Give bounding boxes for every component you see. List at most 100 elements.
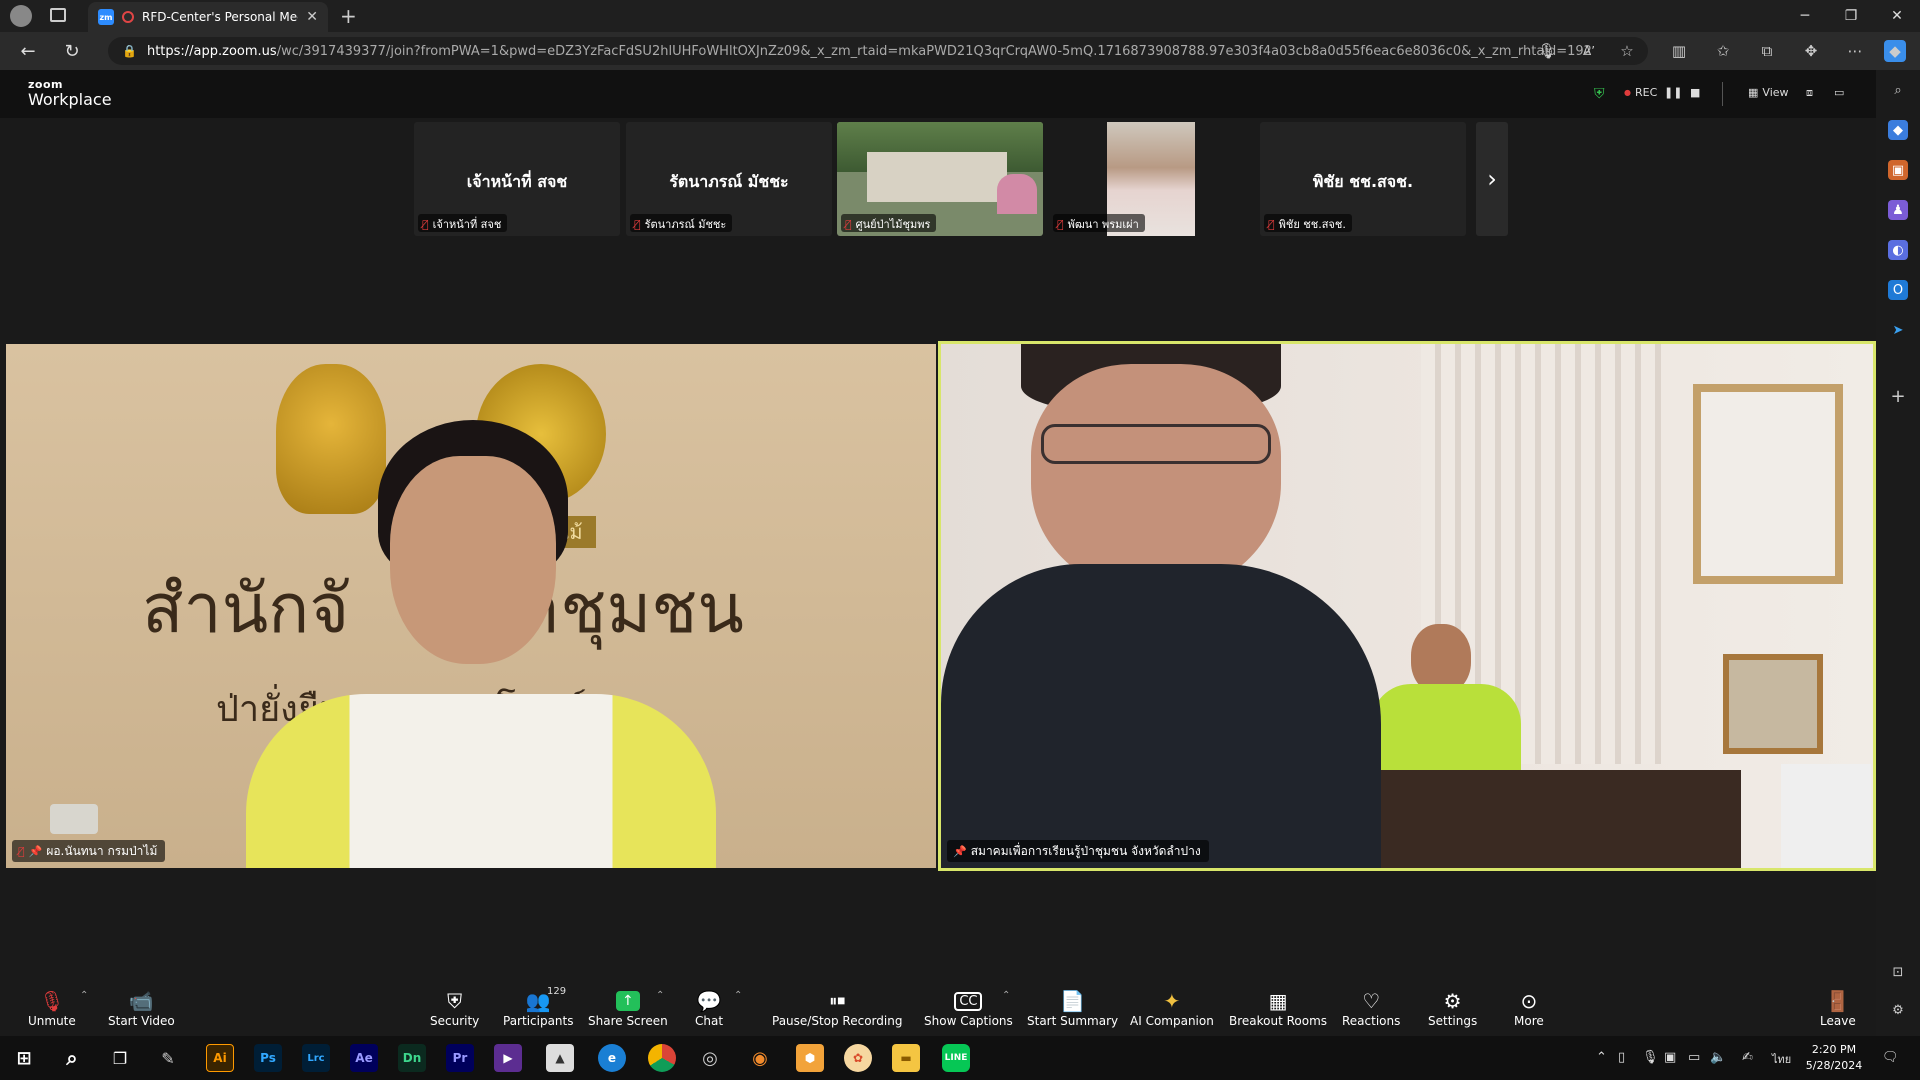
photos-app-icon[interactable]: ▲ [546,1044,574,1072]
close-window-icon[interactable]: ✕ [1874,0,1920,32]
after-effects-app-icon[interactable]: Ae [350,1044,378,1072]
sidebar-office-icon[interactable]: ◐ [1888,240,1908,260]
speaker-face [390,456,556,664]
widget-app-icon[interactable]: ✎ [154,1044,182,1072]
sidebar-search-icon[interactable]: ⌕ [1888,80,1908,100]
file-explorer-app-icon[interactable]: ▬ [892,1044,920,1072]
restore-icon[interactable]: ❐ [1828,0,1874,32]
photoshop-app-icon[interactable]: Ps [254,1044,282,1072]
tab-actions-icon[interactable] [50,8,66,22]
browser-tab-zoom[interactable]: zm RFD-Center's Personal Meet ✕ [88,2,328,32]
tray-pen-icon[interactable]: ✍ [1742,1050,1753,1065]
new-tab-icon[interactable]: + [340,4,357,28]
visual-studio-app-icon[interactable]: ▶ [494,1044,522,1072]
tray-volume-icon[interactable]: 🔈 [1710,1050,1726,1065]
sidebar-games-icon[interactable]: ♟ [1888,200,1908,220]
notifications-icon[interactable]: 🗨 [1882,1050,1899,1065]
chat-options-caret-icon[interactable]: ⌃ [734,990,742,1001]
gear-icon: ⚙ [1443,989,1462,1013]
dimension-app-icon[interactable]: Dn [398,1044,426,1072]
back-icon[interactable]: ← [12,36,44,66]
pause-recording-icon[interactable]: ❚❚ [1664,86,1682,99]
extensions-icon[interactable]: ✥ [1800,40,1822,62]
tray-network-icon[interactable]: ▣ [1664,1050,1676,1065]
tray-battery-icon[interactable]: ▭ [1688,1050,1700,1065]
premiere-app-icon[interactable]: Pr [446,1044,474,1072]
sidebar-tools-icon[interactable]: ▣ [1888,160,1908,180]
tab-close-icon[interactable]: ✕ [306,9,318,25]
fullscreen-icon[interactable]: ▭ [1834,86,1844,99]
thumbnail-label: 🎙̸ พิชัย ชช.สจช. [1264,214,1352,232]
pause-stop-recording-button[interactable]: ⏸⏹ Pause/Stop Recording [772,988,902,1034]
sidebar-shopping-icon[interactable]: ◆ [1888,120,1908,140]
start-video-label: Start Video [108,1014,175,1028]
security-button[interactable]: ⛨ Security [430,988,479,1034]
participant-thumbnail[interactable]: 🎙̸ พัฒนา พรมเผ่า [1049,122,1255,236]
tray-overflow-icon[interactable]: ⌃ [1596,1050,1607,1065]
encryption-shield-icon[interactable]: ⛨ [1594,86,1605,102]
sidebar-screenshot-icon[interactable]: ⊡ [1888,962,1908,982]
sidebar-add-icon[interactable]: + [1888,386,1908,407]
collections-icon[interactable]: ⧉ [1756,40,1778,62]
task-view-icon[interactable]: ❐ [106,1044,134,1072]
language-indicator[interactable]: ไทย [1772,1050,1791,1068]
split-screen-icon[interactable]: ▥ [1668,40,1690,62]
sidebar-outlook-icon[interactable]: O [1888,280,1908,300]
box-app-icon[interactable]: ⬢ [796,1044,824,1072]
more-label: More [1514,1014,1544,1028]
start-video-button[interactable]: 📹 Start Video [108,988,175,1034]
profile-avatar[interactable] [10,5,32,27]
steam-app-icon[interactable]: ◎ [696,1044,724,1072]
participant-thumbnail[interactable]: พิชัย ชช.สจช. 🎙̸ พิชัย ชช.สจช. [1260,122,1466,236]
breakout-rooms-button[interactable]: ▦ Breakout Rooms [1229,988,1327,1034]
show-captions-button[interactable]: CC Show Captions [924,988,1013,1034]
sidebar-send-icon[interactable]: ➤ [1888,320,1908,340]
video-tile-right[interactable]: 📌 สมาคมเพื่อการเรียนรู้ป่าชุมชน จังหวัดล… [938,341,1876,871]
menu-more-icon[interactable]: ⋯ [1844,40,1866,62]
illustrator-app-icon[interactable]: Ai [206,1044,234,1072]
copilot-icon[interactable]: ◆ [1884,40,1906,62]
address-bar[interactable]: 🔒 https://app.zoom.us/wc/3917439377/join… [108,37,1648,65]
start-summary-button[interactable]: 📄 Start Summary [1027,988,1118,1034]
taskbar-clock[interactable]: 2:20 PM 5/28/2024 [1796,1042,1872,1074]
audio-options-caret-icon[interactable]: ⌃ [80,990,88,1001]
lightroom-app-icon[interactable]: Lrc [302,1044,330,1072]
unmute-button[interactable]: 🎙 Unmute [28,988,76,1034]
flower-app-icon[interactable]: ✿ [844,1044,872,1072]
share-options-caret-icon[interactable]: ⌃ [656,990,664,1001]
more-button[interactable]: ⊙ More [1514,988,1544,1034]
windows-start-icon[interactable]: ⊞ [10,1044,38,1072]
minimize-icon[interactable]: ─ [1782,0,1828,32]
blender-app-icon[interactable]: ◉ [746,1044,774,1072]
video-tile-left[interactable]: ไม้ สำนักจั าชุมชน ป่ายั่งยืน ประโยชน์ 🎙… [6,344,936,868]
settings-button[interactable]: ⚙ Settings [1428,988,1477,1034]
tray-mic-icon[interactable]: 🎙 [1642,1050,1659,1065]
gallery-layout-icon[interactable]: ⧈ [1806,86,1813,100]
thumbnails-next-button[interactable]: › [1476,122,1508,236]
participant-thumbnail[interactable]: เจ้าหน้าที่ สจช 🎙̸ เจ้าหน้าที่ สจช [414,122,620,236]
ai-companion-button[interactable]: ✦ AI Companion [1130,988,1214,1034]
sidebar-settings-icon[interactable]: ⚙ [1888,1000,1908,1020]
view-button[interactable]: ▦ View [1748,86,1789,99]
meeting-toolbar: 🎙 Unmute ⌃ 📹 Start Video ⛨ Security 👥 12… [0,982,1876,1036]
microphone-icon[interactable]: 🎙 [1536,40,1558,62]
reactions-button[interactable]: ♡ Reactions [1342,988,1400,1034]
search-icon[interactable]: ⌕ [58,1044,86,1072]
chat-button[interactable]: 💬 Chat [695,988,723,1034]
participant-thumbnail[interactable]: 🎙̸ ศูนย์ป่าไม้ชุมพร [837,122,1043,236]
header-divider [1722,82,1723,106]
tray-device-icon[interactable]: ▯ [1618,1050,1625,1065]
favorites-icon[interactable]: ✩ [1712,40,1734,62]
stop-recording-icon[interactable]: ■ [1690,86,1700,99]
sofa [1321,770,1741,868]
line-app-icon[interactable]: LINE [942,1044,970,1072]
edge-app-icon[interactable]: e [598,1044,626,1072]
read-aloud-icon[interactable]: A’ [1578,40,1600,62]
refresh-icon[interactable]: ↻ [56,36,88,66]
participant-thumbnail[interactable]: รัตนาภรณ์ มัชชะ 🎙̸ รัตนาภรณ์ มัชชะ [626,122,832,236]
chrome-app-icon[interactable] [648,1044,676,1072]
leave-button[interactable]: 🚪 Leave [1820,988,1856,1034]
participants-button[interactable]: 👥 129 Participants [503,986,574,1034]
favorite-star-icon[interactable]: ☆ [1616,40,1638,62]
captions-options-caret-icon[interactable]: ⌃ [1002,990,1010,1001]
